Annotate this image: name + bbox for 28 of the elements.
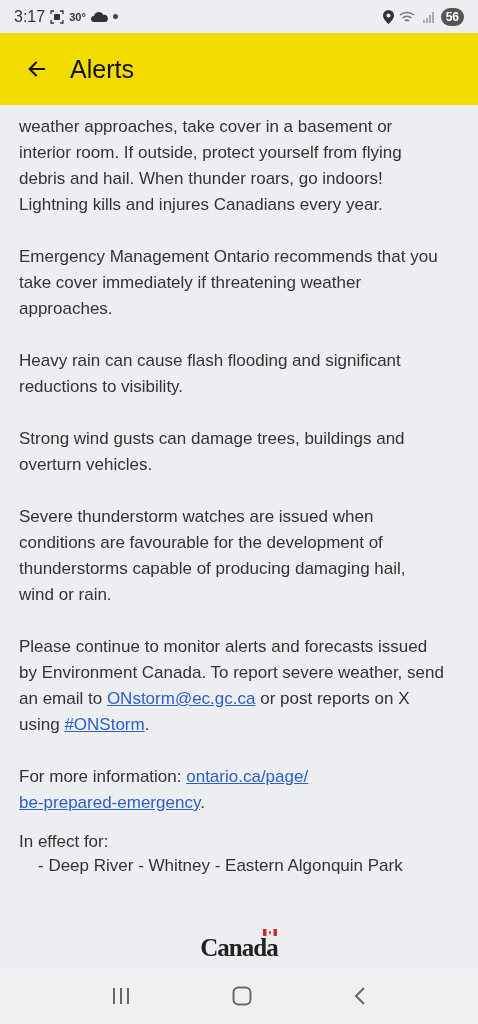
paragraph: Emergency Management Ontario recommends that you take cover immediately if threatening weather approaches.	[19, 246, 439, 320]
paragraph: Please continue to monitor alerts and forecasts issued by Environment Canada. To report severe weather, send an email to ONstorm@ec.gc.ca or post reports on X using #ONStorm.	[19, 636, 444, 736]
page-title: Alerts	[70, 54, 134, 84]
canada-wordmark: Canada	[200, 937, 278, 959]
paragraph: Heavy rain can cause flash flooding and significant reductions to visibility.	[19, 350, 402, 398]
link[interactable]: ONstorm@ec.gc.ca	[106, 689, 256, 708]
link[interactable]: #ONStorm	[64, 715, 145, 734]
affected-area: - Deep River - Whitney - Eastern Algonquin Park	[19, 854, 444, 878]
paragraph: Severe thunderstorm watches are issued when conditions are favourable for the development of thunderstorms capable of producing damaging hail, wind or rain.	[19, 506, 407, 606]
wifi-icon	[398, 9, 417, 24]
recent-apps-icon[interactable]	[110, 986, 131, 1005]
link[interactable]: be-prepared-emergency	[19, 793, 201, 812]
link[interactable]: ontario.ca/page/	[186, 767, 309, 786]
back-icon[interactable]	[353, 985, 368, 1006]
cloud-icon	[90, 11, 108, 22]
location-icon	[382, 9, 394, 24]
effect-label: In effect for:	[19, 831, 110, 853]
screenshot-icon	[50, 9, 65, 24]
clock-time: 3:17	[14, 7, 46, 26]
temperature: 30°	[69, 10, 86, 23]
flag-icon	[262, 929, 277, 936]
battery-indicator: 56	[440, 7, 464, 26]
paragraph: Strong wind gusts can damage trees, buildings and overturn vehicles.	[19, 428, 406, 476]
home-icon[interactable]	[232, 985, 252, 1006]
dot-icon	[112, 14, 118, 19]
paragraph: For more information: ontario.ca/page/ be-prepared-emergency.	[19, 766, 310, 814]
signal-icon	[421, 10, 436, 23]
paragraph: weather approaches, take cover in a basement or interior room. If outside, protect yourself from flying debris and hail. When thunder roars, go indoors! Lightning kills and injures Canadians every year.	[19, 116, 403, 216]
